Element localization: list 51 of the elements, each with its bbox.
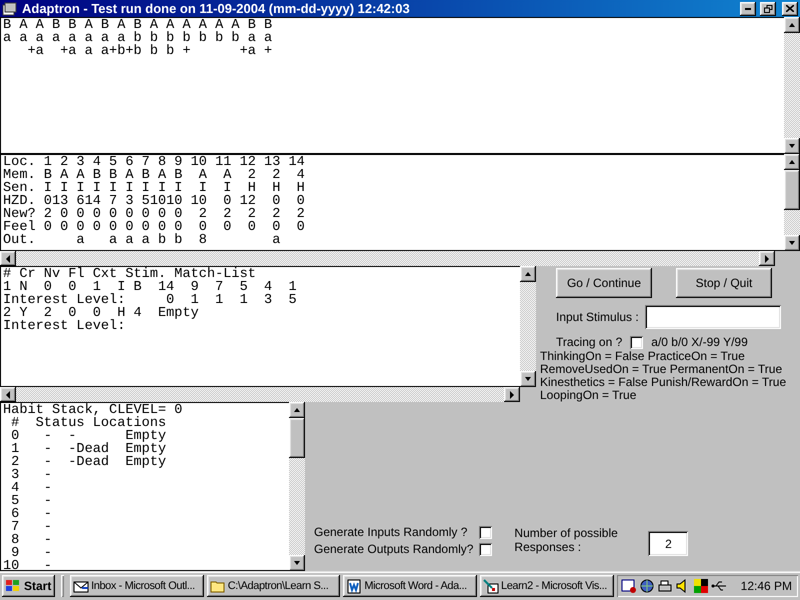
output-line: Out. a a a a b b 8 a [3, 234, 282, 247]
output-line: 6 - [10, 508, 53, 521]
output-line: # Status Locations [10, 417, 168, 430]
output-line: 1 N 0 0 1 I B 14 9 7 5 4 1 [3, 281, 298, 294]
output-line: Loc. 1 2 3 4 5 6 7 8 9 10 11 12 13 14 [3, 156, 306, 169]
go-continue-button[interactable]: Go / Continue [556, 268, 652, 298]
output-line: 7 - [10, 521, 53, 534]
window-title: Adaptron - Test run done on 11-09-2004 (mm-dd-yyyy) 12:42:03 [22, 1, 411, 16]
output-line: New? 2 0 0 0 0 0 0 0 0 2 2 2 2 2 [3, 208, 306, 221]
output-line: 0 - - Empty [10, 430, 168, 443]
output-line: Sen. I I I I I I I I I I I H H H [3, 182, 306, 195]
output-line: 8 - [10, 534, 53, 547]
output-line: a a a a a a a a b b b b b b b a a [3, 32, 274, 45]
output-line: Interest Level: 0 1 1 1 3 5 [3, 294, 298, 307]
stop-quit-button[interactable]: Stop / Quit [676, 268, 772, 298]
output-line: HZD. 013 614 7 3 51010 10 0 12 0 0 [3, 195, 306, 208]
output-line: Mem. B A A B B A B A B A A 2 2 4 [3, 169, 306, 182]
taskbar-button[interactable]: Learn2 - Microsoft Vis... [480, 575, 614, 597]
output-line: 9 - [11, 547, 53, 560]
output-line: 1 - -Dead Empty [10, 443, 168, 456]
output-line: +a +a a a+b+b b b + +a + [26, 45, 274, 58]
settings-text: RemoveUsedOn = True PermanentOn = True [540, 363, 784, 376]
output-line: 3 - [10, 469, 53, 482]
clock[interactable]: 12:46 PM [740, 579, 792, 593]
responses-field[interactable]: 2 [648, 531, 688, 556]
start-button[interactable]: Start [2, 575, 56, 597]
output-line: 2 Y 2 0 0 H 4 Empty [3, 307, 200, 320]
responses-label: Number of possible Responses : [514, 526, 619, 554]
settings-text: ThinkingOn = False PracticeOn = True [540, 350, 746, 363]
taskbar-button[interactable]: Inbox - Microsoft Outl... [70, 575, 204, 597]
option-label: Generate Outputs Randomly? [314, 542, 474, 556]
taskbar-button[interactable]: Microsoft Word - Ada... [343, 575, 477, 597]
legend-text: a/0 b/0 X/-99 Y/99 [651, 335, 748, 349]
output-line: Feel 0 0 0 0 0 0 0 0 0 0 0 0 0 0 [3, 221, 306, 234]
settings-text: LoopingOn = True [540, 389, 638, 402]
output-line: 10 - [3, 560, 53, 570]
input-stimulus-label: Input Stimulus : [556, 310, 639, 324]
option-label: Generate Inputs Randomly ? [314, 525, 468, 539]
tracing-label: Tracing on ? [556, 335, 622, 349]
output-line: Habit Stack, CLEVEL= 0 [3, 404, 184, 417]
output-line: # Cr Nv Fl Cxt Stim. Match-List [3, 268, 257, 281]
output-line: 5 - [10, 495, 53, 508]
output-line: B A A B B A B A B A A A A A A B B [3, 19, 274, 32]
output-text-box[interactable]: Habit Stack, CLEVEL= 0 # Status Locations 0 - - Empty 1 - -Dead Empty 2 - -Dead Empty 3 - 4 - 5 - 6 - 7 - 8 - 9 - 10 - [0, 402, 289, 571]
output-line: Interest Level: [3, 320, 126, 333]
taskbar-button[interactable]: C:\Adaptron\Learn S... [206, 575, 340, 597]
output-line: 2 - -Dead Empty [10, 456, 168, 469]
output-text-box[interactable]: # Cr Nv Fl Cxt Stim. Match-List 1 N 0 0 1 I B 14 9 7 5 4 1 Interest Level: 0 1 1 1 3 5 2 Y 2 0 0 H 4 Empty Interest Level: [0, 266, 520, 387]
output-text-box[interactable]: B A A B B A B A B A A A A A A B B a a a a a a a a b b b b b b b a a +a +a a a+b+b b b + +a + [0, 17, 784, 154]
settings-text: Kinesthetics = False Punish/RewardOn = True [540, 376, 788, 389]
output-line: 4 - [10, 482, 53, 495]
